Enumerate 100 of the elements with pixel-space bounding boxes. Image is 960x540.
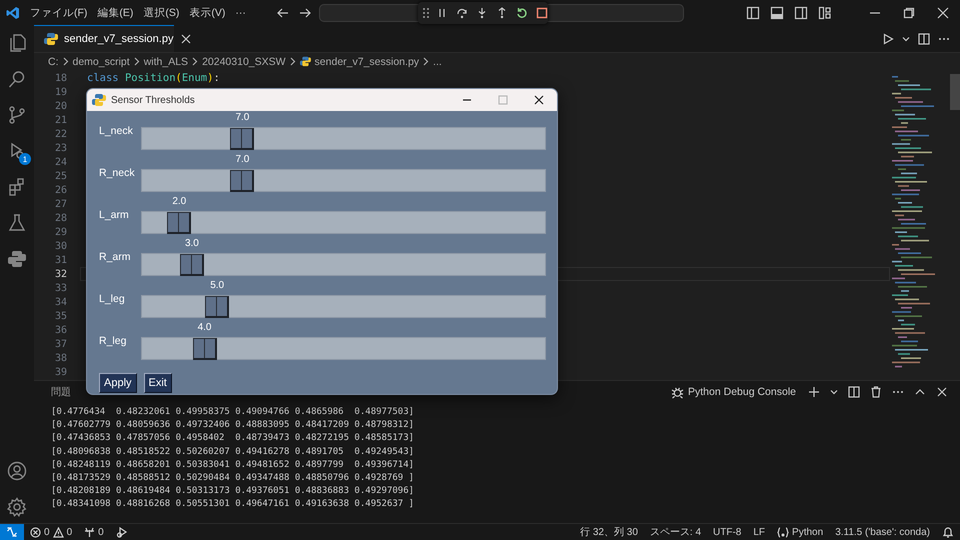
notification-badge: 1 — [19, 153, 31, 165]
encoding-status[interactable]: UTF-8 — [707, 526, 748, 538]
interpreter-status[interactable]: 3.11.5 ('base': conda) — [829, 526, 936, 538]
line-number: 34 — [54, 296, 68, 308]
stop-icon[interactable] — [534, 5, 550, 21]
menu-item[interactable]: 編集(E) — [97, 6, 134, 20]
line-number: 22 — [54, 128, 68, 140]
console-output-line: [0.48341098 0.48816268 0.50551301 0.49647161 0.49163638 0.4952637 ] — [51, 498, 416, 512]
python-app-icon — [92, 93, 106, 107]
cursor-position[interactable]: 行 32、列 30 — [574, 525, 644, 539]
line-number: 21 — [54, 114, 68, 126]
slider-value: 4.0 — [198, 322, 212, 333]
console-output-line: [0.48173529 0.48588512 0.50290484 0.49347488 0.48850796 0.4928769 ] — [51, 472, 416, 486]
code-line: class Position(Enum): — [87, 72, 220, 84]
vscode-logo-icon — [6, 6, 20, 20]
line-number: 30 — [54, 240, 68, 252]
python-file-icon — [44, 32, 58, 46]
language-mode[interactable]: Python — [771, 526, 830, 538]
slider-value: 7.0 — [235, 112, 250, 123]
menu-item[interactable]: ファイル(F) — [30, 6, 88, 20]
chevron-right-icon — [423, 57, 430, 66]
line-ending-status[interactable]: LF — [747, 526, 772, 538]
plus-icon[interactable] — [806, 384, 822, 400]
indentation-status[interactable]: スペース: 4 — [644, 525, 708, 539]
slider-thumb[interactable] — [167, 212, 192, 234]
error-icon — [30, 526, 41, 538]
console-output-line: [0.4776434 0.48232061 0.49958375 0.49094766 0.4865986 0.48977503] — [51, 406, 416, 419]
menu-item[interactable]: 表示(V) — [189, 6, 226, 20]
console-output-line: [0.48248119 0.48658201 0.50383041 0.49481652 0.4897799 0.49396714] — [51, 458, 416, 472]
warning-icon — [52, 526, 64, 538]
dialog-button[interactable]: Exit — [144, 373, 172, 393]
antenna-icon — [84, 526, 96, 538]
dialog-button[interactable]: Apply — [99, 373, 137, 393]
slider-label: R_neck — [99, 167, 136, 179]
breadcrumb-item[interactable]: demo_script — [72, 56, 130, 68]
line-number: 32 — [54, 268, 68, 280]
line-number: 33 — [54, 282, 68, 294]
slider-value: 3.0 — [184, 238, 199, 249]
bug-icon — [671, 386, 684, 398]
chevron-right-icon — [134, 57, 140, 66]
line-number: 20 — [54, 100, 68, 112]
line-number: 31 — [54, 254, 68, 266]
tab-label: sender_v7_session.py — [64, 33, 174, 45]
breadcrumb-item[interactable]: 20240310_SXSW — [202, 56, 286, 68]
console-output-line: [0.48096838 0.48518522 0.50260207 0.49416278 0.4891705 0.49249543] — [51, 446, 416, 459]
slider-label: L_neck — [99, 125, 134, 137]
chevron-right-icon — [192, 57, 198, 66]
line-number: 37 — [54, 338, 68, 350]
slider-thumb[interactable] — [230, 128, 254, 150]
menu-item[interactable]: ··· — [235, 6, 246, 18]
breadcrumb-item[interactable]: ... — [433, 56, 442, 68]
slider-label: R_arm — [99, 251, 132, 263]
line-number: 26 — [54, 184, 68, 196]
panel-tab[interactable]: 問題 — [51, 387, 71, 398]
python-file-icon — [300, 56, 311, 67]
scrollbar[interactable] — [950, 74, 960, 110]
line-number: 25 — [54, 170, 68, 182]
chevron-right-icon — [290, 57, 296, 66]
chevron-right-icon — [62, 57, 68, 66]
slider-thumb[interactable] — [230, 170, 254, 192]
braces-icon — [777, 526, 790, 538]
console-output-line: [0.47436853 0.47857056 0.4958402 0.48739473 0.48272195 0.48585173] — [51, 432, 416, 446]
slider-thumb[interactable] — [192, 338, 217, 360]
breadcrumb-item[interactable]: C: — [48, 56, 58, 68]
search-icon[interactable] — [7, 69, 27, 89]
slider-thumb[interactable] — [180, 254, 204, 276]
problems-status[interactable]: 0 0 — [24, 526, 78, 538]
slider-label: R_leg — [99, 335, 128, 347]
slider-label: L_leg — [99, 293, 126, 305]
line-number: 36 — [54, 324, 68, 336]
line-number: 39 — [54, 366, 68, 378]
ports-status[interactable]: 0 — [78, 526, 110, 538]
dialog-title: Sensor Thresholds — [111, 94, 195, 106]
slider-value: 7.0 — [235, 154, 250, 165]
settings-icon[interactable] — [7, 497, 27, 517]
line-number: 23 — [54, 142, 68, 154]
python-icon[interactable] — [7, 249, 27, 269]
line-number: 38 — [54, 352, 68, 364]
account-icon[interactable] — [7, 461, 27, 481]
split-panel-icon[interactable] — [846, 384, 862, 400]
slider-value: 5.0 — [210, 280, 224, 291]
console-output-line: [0.47602779 0.48059636 0.49732406 0.48883095 0.48417209 0.48798312] — [51, 419, 416, 432]
flask-icon[interactable] — [7, 213, 27, 233]
breadcrumb-item[interactable]: with_ALS — [144, 56, 188, 68]
remote-icon[interactable] — [0, 524, 24, 540]
slider-thumb[interactable] — [205, 296, 230, 318]
line-number: 35 — [54, 310, 68, 322]
line-number: 27 — [54, 198, 68, 210]
split-editor-icon[interactable] — [916, 30, 932, 46]
close-icon[interactable] — [179, 32, 194, 46]
line-number: 24 — [54, 156, 68, 168]
console-selector[interactable]: Python Debug Console — [671, 386, 796, 398]
source-control-icon[interactable] — [7, 105, 27, 125]
slider-label: L_arm — [99, 209, 130, 221]
line-number: 19 — [54, 86, 68, 98]
menu-item[interactable]: 選択(S) — [143, 6, 180, 20]
line-number: 28 — [54, 212, 68, 224]
breadcrumb-item[interactable]: sender_v7_session.py — [314, 56, 420, 68]
slider-value: 2.0 — [172, 196, 186, 207]
grip-icon — [422, 7, 430, 19]
